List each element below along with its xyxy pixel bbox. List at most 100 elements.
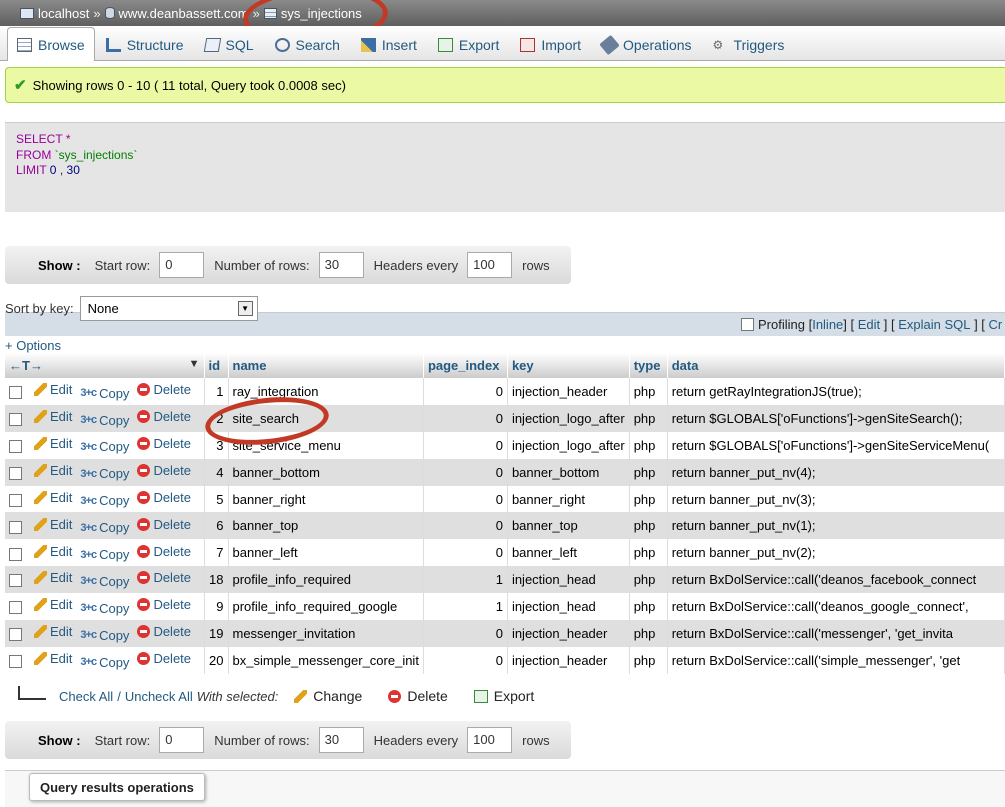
row-checkbox[interactable] bbox=[9, 601, 22, 615]
start-row-input[interactable]: 0 bbox=[159, 252, 205, 278]
cell-key[interactable]: injection_head bbox=[507, 593, 630, 621]
breadcrumb-server[interactable]: localhost bbox=[20, 6, 89, 21]
cell-page-index[interactable]: 0 bbox=[423, 646, 508, 674]
cell-page-index[interactable]: 0 bbox=[423, 539, 508, 567]
bulk-delete-button[interactable]: Delete bbox=[388, 688, 448, 704]
column-header-id[interactable]: id bbox=[204, 353, 229, 378]
tab-operations[interactable]: Operations bbox=[592, 29, 701, 60]
table-row[interactable]: Edit 3+c Copy Delete 6 banner_top 0 banner_top p… bbox=[5, 512, 1005, 540]
cell-type[interactable]: php bbox=[629, 378, 668, 405]
cell-name[interactable]: messenger_invitation bbox=[228, 620, 424, 647]
cell-data[interactable]: return $GLOBALS['oFunctions']->genSiteSe… bbox=[667, 404, 1005, 432]
row-checkbox[interactable] bbox=[9, 547, 22, 561]
edit-row-link[interactable]: Edit bbox=[34, 382, 72, 397]
cell-data[interactable]: return BxDolService::call('messenger', '… bbox=[667, 620, 1005, 647]
cell-id[interactable]: 2 bbox=[204, 404, 229, 432]
tab-insert[interactable]: Insert bbox=[351, 29, 427, 60]
column-header-data[interactable]: data bbox=[667, 353, 1005, 378]
cell-id[interactable]: 1 bbox=[204, 378, 229, 405]
copy-row-link[interactable]: 3+c Copy bbox=[80, 628, 129, 643]
row-checkbox[interactable] bbox=[9, 655, 22, 669]
cell-type[interactable]: php bbox=[629, 485, 668, 513]
cell-key[interactable]: injection_head bbox=[507, 566, 630, 594]
cell-key[interactable]: injection_logo_after bbox=[507, 404, 630, 432]
cell-name[interactable]: banner_left bbox=[228, 539, 424, 567]
cell-type[interactable]: php bbox=[629, 646, 668, 674]
row-checkbox[interactable] bbox=[9, 386, 22, 400]
check-all-link[interactable]: Check All bbox=[59, 689, 113, 704]
table-row[interactable]: Edit 3+c Copy Delete 19 messenger_invitation 0… bbox=[5, 620, 1005, 647]
edit-row-link[interactable]: Edit bbox=[34, 597, 72, 612]
cell-page-index[interactable]: 0 bbox=[423, 378, 508, 405]
delete-row-link[interactable]: Delete bbox=[137, 436, 191, 451]
profiling-checkbox[interactable] bbox=[741, 318, 754, 331]
cell-id[interactable]: 7 bbox=[204, 539, 229, 567]
delete-row-link[interactable]: Delete bbox=[137, 517, 191, 532]
cell-key[interactable]: injection_header bbox=[507, 646, 630, 674]
delete-row-link[interactable]: Delete bbox=[137, 597, 191, 612]
cell-data[interactable]: return banner_put_nv(2); bbox=[667, 539, 1005, 567]
cell-key[interactable]: injection_logo_after bbox=[507, 431, 630, 459]
cell-type[interactable]: php bbox=[629, 512, 668, 540]
column-resize-header[interactable]: ←T→ ▼ bbox=[5, 353, 205, 378]
cell-page-index[interactable]: 0 bbox=[423, 458, 508, 486]
column-header-type[interactable]: type bbox=[629, 353, 668, 378]
cell-key[interactable]: banner_right bbox=[507, 485, 630, 513]
cell-data[interactable]: return BxDolService::call('deanos_google… bbox=[667, 593, 1005, 621]
table-row[interactable]: Edit 3+c Copy Delete 2 site_search 0 injection_… bbox=[5, 404, 1005, 432]
cell-type[interactable]: php bbox=[629, 593, 668, 621]
edit-row-link[interactable]: Edit bbox=[34, 651, 72, 666]
edit-row-link[interactable]: Edit bbox=[34, 490, 72, 505]
tab-import[interactable]: Import bbox=[510, 29, 591, 60]
inline-link[interactable]: Inline bbox=[812, 317, 843, 332]
cell-name[interactable]: profile_info_required_google bbox=[228, 593, 424, 621]
cell-page-index[interactable]: 1 bbox=[423, 593, 508, 621]
num-rows-input[interactable]: 30 bbox=[318, 727, 364, 753]
row-checkbox[interactable] bbox=[9, 493, 22, 507]
delete-row-link[interactable]: Delete bbox=[137, 624, 191, 639]
cell-name[interactable]: site_search bbox=[228, 404, 424, 432]
cell-key[interactable]: injection_header bbox=[507, 620, 630, 647]
explain-sql-link[interactable]: Explain SQL bbox=[898, 317, 970, 332]
breadcrumb-table[interactable]: sys_injections bbox=[263, 6, 362, 21]
row-checkbox[interactable] bbox=[9, 574, 22, 588]
breadcrumb-database[interactable]: www.deanbassett.com bbox=[104, 6, 249, 21]
headers-every-input[interactable]: 100 bbox=[467, 252, 513, 278]
cell-id[interactable]: 6 bbox=[204, 512, 229, 540]
cell-key[interactable]: banner_bottom bbox=[507, 458, 630, 486]
cell-page-index[interactable]: 0 bbox=[423, 485, 508, 513]
column-header-page-index[interactable]: page_index bbox=[423, 353, 508, 378]
copy-row-link[interactable]: 3+c Copy bbox=[80, 439, 129, 454]
tab-structure[interactable]: Structure bbox=[96, 29, 194, 60]
cell-name[interactable]: ray_integration bbox=[228, 378, 424, 405]
cell-name[interactable]: profile_info_required bbox=[228, 566, 424, 594]
tab-export[interactable]: Export bbox=[428, 29, 509, 60]
copy-row-link[interactable]: 3+c Copy bbox=[80, 547, 129, 562]
cell-id[interactable]: 4 bbox=[204, 458, 229, 486]
num-rows-input[interactable]: 30 bbox=[318, 252, 364, 278]
cell-id[interactable]: 9 bbox=[204, 593, 229, 621]
delete-row-link[interactable]: Delete bbox=[137, 570, 191, 585]
cell-id[interactable]: 20 bbox=[204, 646, 229, 674]
edit-row-link[interactable]: Edit bbox=[34, 624, 72, 639]
cell-page-index[interactable]: 0 bbox=[423, 512, 508, 540]
column-header-name[interactable]: name bbox=[228, 353, 424, 378]
cell-data[interactable]: return $GLOBALS['oFunctions']->genSiteSe… bbox=[667, 431, 1005, 459]
options-link[interactable]: + Options bbox=[5, 338, 61, 353]
edit-sql-link[interactable]: Edit bbox=[858, 317, 880, 332]
row-checkbox[interactable] bbox=[9, 466, 22, 480]
tab-search[interactable]: Search bbox=[265, 29, 350, 60]
bulk-export-button[interactable]: Export bbox=[473, 688, 534, 704]
table-row[interactable]: Edit 3+c Copy Delete 5 banner_right 0 banner_ri… bbox=[5, 485, 1005, 513]
copy-row-link[interactable]: 3+c Copy bbox=[80, 413, 129, 428]
cell-data[interactable]: return BxDolService::call('deanos_facebo… bbox=[667, 566, 1005, 594]
cell-data[interactable]: return banner_put_nv(3); bbox=[667, 485, 1005, 513]
cell-data[interactable]: return getRayIntegrationJS(true); bbox=[667, 378, 1005, 405]
delete-row-link[interactable]: Delete bbox=[137, 409, 191, 424]
row-checkbox[interactable] bbox=[9, 440, 22, 454]
row-checkbox[interactable] bbox=[9, 628, 22, 642]
cell-key[interactable]: injection_header bbox=[507, 378, 630, 405]
edit-row-link[interactable]: Edit bbox=[34, 517, 72, 532]
cell-data[interactable]: return banner_put_nv(4); bbox=[667, 458, 1005, 486]
table-row[interactable]: Edit 3+c Copy Delete 3 site_service_menu 0 inje… bbox=[5, 431, 1005, 459]
